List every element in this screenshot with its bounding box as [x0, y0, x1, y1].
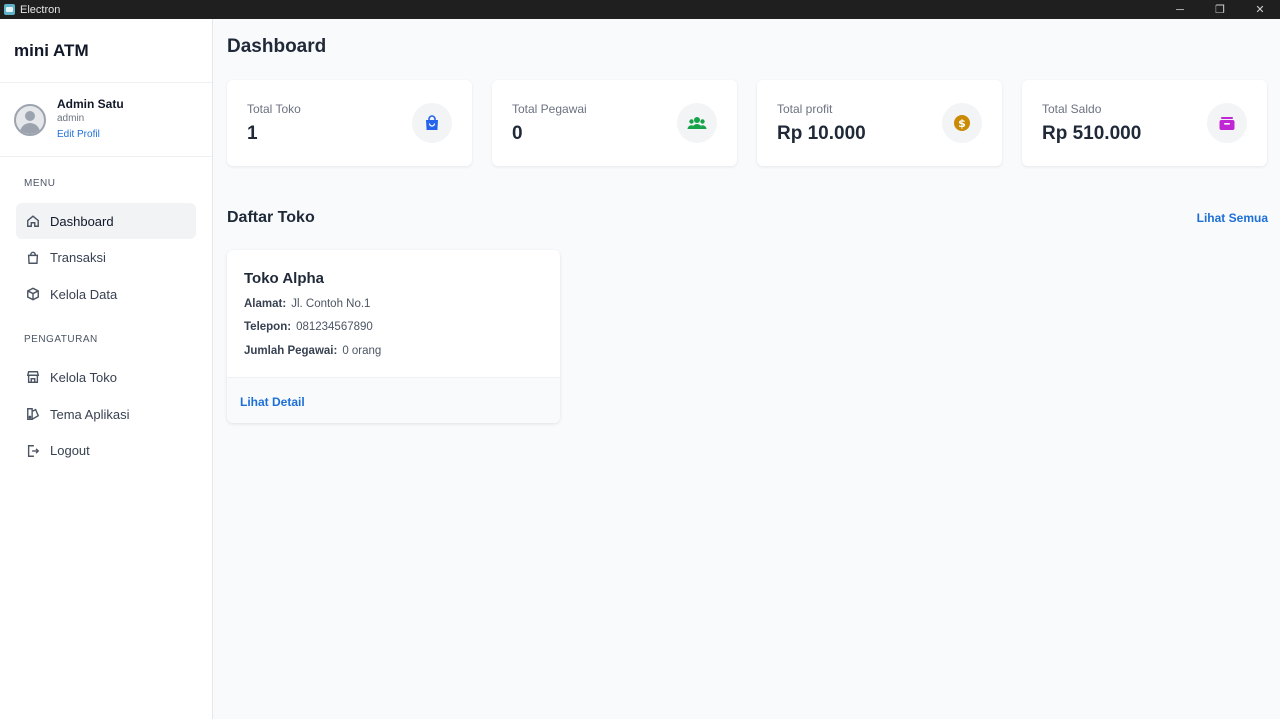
window-titlebar: Electron ─ ❐ ✕ [0, 0, 1280, 19]
app-brand: mini ATM [0, 19, 212, 83]
stat-label: Total Saldo [1042, 102, 1102, 116]
store-list-title: Daftar Toko [227, 209, 315, 226]
sidebar-item-kelola-toko[interactable]: Kelola Toko [16, 359, 196, 395]
stat-card-total-profit: Total profit Rp 10.000 $ [757, 80, 1002, 166]
profile-role: admin [57, 113, 85, 124]
sidebar-item-label: Tema Aplikasi [50, 406, 130, 422]
profile-name: Admin Satu [57, 97, 124, 111]
sidebar-item-logout[interactable]: Logout [16, 433, 196, 469]
settings-section-label: PENGATURAN [24, 334, 98, 346]
sidebar-item-transaksi[interactable]: Transaksi [16, 240, 196, 276]
sidebar-item-label: Kelola Toko [50, 369, 117, 385]
avatar [14, 103, 46, 136]
sidebar-item-kelola-data[interactable]: Kelola Data [16, 276, 196, 312]
sidebar-item-label: Logout [50, 443, 90, 459]
home-icon [25, 213, 41, 229]
dollar-coin-icon: $ [942, 103, 982, 143]
svg-text:$: $ [958, 117, 966, 130]
stat-card-total-saldo: Total Saldo Rp 510.000 [1022, 80, 1267, 166]
store-phone-label: Telepon: [244, 321, 292, 333]
see-all-link[interactable]: Lihat Semua [1197, 211, 1268, 225]
stats-cards: Total Toko 1 Total Pegawai 0 Total profi… [227, 80, 1267, 166]
shopping-bag-icon [25, 250, 41, 266]
main-menu: Dashboard Transaksi Kelola Data [0, 203, 212, 312]
box-icon [25, 286, 41, 302]
store-phone: Telepon: 081234567890 [244, 321, 373, 333]
edit-profile-link[interactable]: Edit Profil [57, 129, 100, 140]
sidebar-item-label: Kelola Data [50, 286, 118, 302]
logout-icon [25, 443, 41, 459]
sidebar-item-tema-aplikasi[interactable]: Tema Aplikasi [16, 396, 196, 432]
window-title: Electron [20, 3, 61, 16]
store-address: Alamat: Jl. Contoh No.1 [244, 298, 370, 310]
store-card-footer: Lihat Detail [227, 377, 560, 423]
sidebar: mini ATM Admin Satu admin Edit Profil ME… [0, 19, 213, 719]
close-button[interactable]: ✕ [1240, 0, 1280, 19]
stat-label: Total Toko [247, 102, 301, 116]
store-phone-value: 081234567890 [296, 321, 373, 333]
stat-value: 1 [247, 123, 258, 144]
restore-button[interactable]: ❐ [1200, 0, 1240, 19]
store-address-label: Alamat: [244, 298, 287, 310]
wallet-icon [1207, 103, 1247, 143]
users-icon [677, 103, 717, 143]
stat-card-total-pegawai: Total Pegawai 0 [492, 80, 737, 166]
settings-menu: Kelola Toko Tema Aplikasi Logout [0, 359, 212, 468]
minimize-button[interactable]: ─ [1160, 0, 1200, 19]
store-card: Toko Alpha Alamat: Jl. Contoh No.1 Telepo… [227, 250, 560, 423]
sidebar-item-label: Transaksi [50, 250, 106, 266]
menu-section-label: MENU [24, 178, 56, 189]
store-employees-value: 0 orang [342, 345, 382, 357]
stat-value: 0 [512, 123, 523, 144]
user-profile: Admin Satu admin Edit Profil [0, 83, 212, 157]
page-title: Dashboard [227, 36, 327, 57]
stat-value: Rp 510.000 [1042, 123, 1142, 144]
shopping-bag-icon [412, 103, 452, 143]
main-content: Dashboard Total Toko 1 Total Pegawai 0 T… [214, 19, 1280, 719]
store-icon [25, 369, 41, 385]
store-name: Toko Alpha [244, 270, 324, 287]
store-employees-label: Jumlah Pegawai: [244, 345, 338, 357]
palette-icon [25, 406, 41, 422]
store-address-value: Jl. Contoh No.1 [291, 298, 371, 310]
sidebar-item-dashboard[interactable]: Dashboard [16, 203, 196, 239]
electron-app-icon [4, 4, 15, 15]
sidebar-item-label: Dashboard [50, 213, 114, 229]
stat-label: Total Pegawai [512, 102, 587, 116]
view-detail-link[interactable]: Lihat Detail [240, 395, 305, 409]
store-employees: Jumlah Pegawai: 0 orang [244, 345, 381, 357]
stat-card-total-toko: Total Toko 1 [227, 80, 472, 166]
stat-value: Rp 10.000 [777, 123, 866, 144]
stat-label: Total profit [777, 102, 833, 116]
